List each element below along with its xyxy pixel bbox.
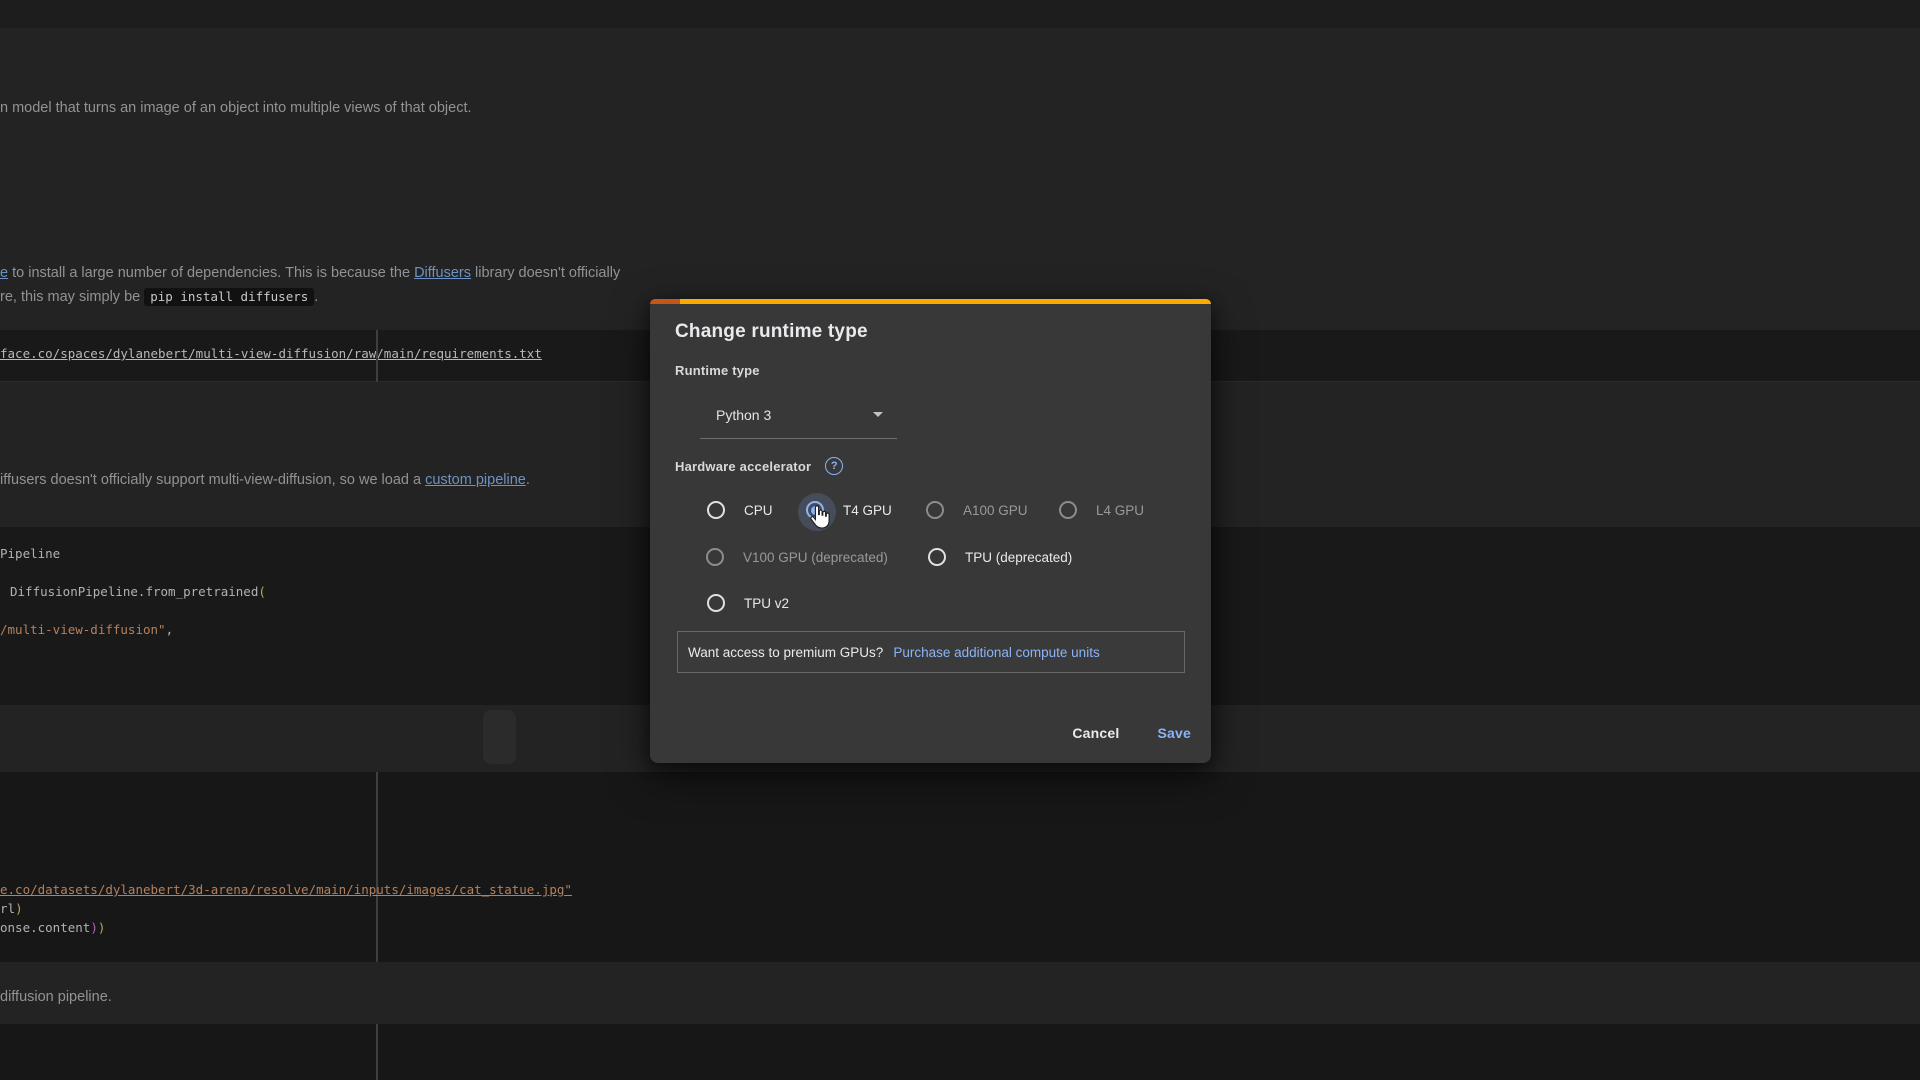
premium-question: Want access to premium GPUs? bbox=[688, 645, 883, 660]
radio-hover-halo bbox=[798, 493, 836, 531]
purchase-compute-units-link[interactable]: Purchase additional compute units bbox=[893, 645, 1099, 660]
radio-option-tpu-v2[interactable]: TPU v2 bbox=[707, 593, 789, 613]
hardware-accelerator-row: Hardware accelerator ? bbox=[675, 457, 843, 475]
help-icon[interactable]: ? bbox=[825, 457, 843, 475]
radio-option-a100-gpu[interactable]: A100 GPU bbox=[926, 500, 1028, 520]
radio-option-t4-gpu[interactable]: T4 GPU bbox=[806, 500, 892, 520]
editor-column-ruler bbox=[376, 772, 378, 962]
topbar-dark-orange-segment bbox=[650, 299, 680, 304]
dialog-actions: Cancel Save bbox=[1058, 717, 1205, 749]
radio-icon[interactable] bbox=[706, 548, 724, 566]
hardware-accelerator-label: Hardware accelerator bbox=[675, 459, 811, 474]
change-runtime-type-dialog: Change runtime type Runtime type Python … bbox=[650, 299, 1211, 763]
dialog-title: Change runtime type bbox=[675, 321, 868, 343]
radio-icon[interactable] bbox=[1059, 501, 1077, 519]
markdown-paragraph-line2: re, this may simply be pip install diffu… bbox=[0, 288, 318, 306]
markdown-paragraph-line1: e to install a large number of dependenc… bbox=[0, 264, 620, 282]
markdown-outro-text: diffusion pipeline. bbox=[0, 988, 112, 1006]
code-line: rl) bbox=[0, 900, 23, 917]
custom-pipeline-link[interactable]: custom pipeline bbox=[425, 472, 526, 488]
radio-option-tpu-deprecated[interactable]: TPU (deprecated) bbox=[928, 547, 1072, 567]
editor-column-ruler bbox=[376, 330, 378, 382]
radio-option-l4-gpu[interactable]: L4 GPU bbox=[1059, 500, 1144, 520]
radio-icon[interactable] bbox=[926, 501, 944, 519]
code-line: DiffusionPipeline.from_pretrained( bbox=[10, 583, 266, 600]
editor-column-ruler bbox=[376, 1024, 378, 1080]
radio-icon[interactable] bbox=[707, 594, 725, 612]
radio-option-cpu[interactable]: CPU bbox=[707, 500, 773, 520]
code-line: onse.content)) bbox=[0, 919, 105, 936]
markdown-custom-pipeline-line: iffusers doesn't officially support mult… bbox=[0, 471, 530, 489]
cell-gap-widget bbox=[483, 710, 516, 764]
code-requirements-url: face.co/spaces/dylanebert/multi-view-dif… bbox=[0, 345, 542, 362]
chevron-down-icon bbox=[873, 412, 883, 417]
top-toolbar-strip bbox=[0, 0, 1920, 28]
radio-option-v100-gpu[interactable]: V100 GPU (deprecated) bbox=[706, 547, 888, 567]
cancel-button[interactable]: Cancel bbox=[1058, 717, 1133, 749]
code-line: Pipeline bbox=[0, 545, 60, 562]
runtime-type-value: Python 3 bbox=[716, 407, 771, 423]
markdown-intro-text: n model that turns an image of an object… bbox=[0, 99, 472, 117]
radio-icon[interactable] bbox=[928, 548, 946, 566]
radio-icon-selected[interactable] bbox=[806, 501, 824, 519]
truncated-link[interactable]: e bbox=[0, 265, 8, 281]
dialog-accent-topbar bbox=[650, 299, 1211, 304]
runtime-type-label: Runtime type bbox=[675, 363, 760, 378]
inline-code-pip-install: pip install diffusers bbox=[144, 288, 314, 306]
code-line: /multi-view-diffusion", bbox=[0, 621, 173, 638]
code-cell-download[interactable]: e.co/datasets/dylanebert/3d-arena/resolv… bbox=[0, 772, 1920, 962]
code-line: e.co/datasets/dylanebert/3d-arena/resolv… bbox=[0, 881, 572, 898]
runtime-type-select[interactable]: Python 3 bbox=[700, 391, 897, 439]
code-cell-bottom-edge[interactable] bbox=[0, 1024, 1920, 1080]
diffusers-link[interactable]: Diffusers bbox=[414, 265, 471, 281]
topbar-orange-segment bbox=[680, 299, 1211, 304]
radio-icon[interactable] bbox=[707, 501, 725, 519]
save-button[interactable]: Save bbox=[1144, 717, 1206, 749]
colab-notebook-screen: n model that turns an image of an object… bbox=[0, 0, 1920, 1080]
premium-gpu-banner: Want access to premium GPUs? Purchase ad… bbox=[677, 631, 1185, 673]
